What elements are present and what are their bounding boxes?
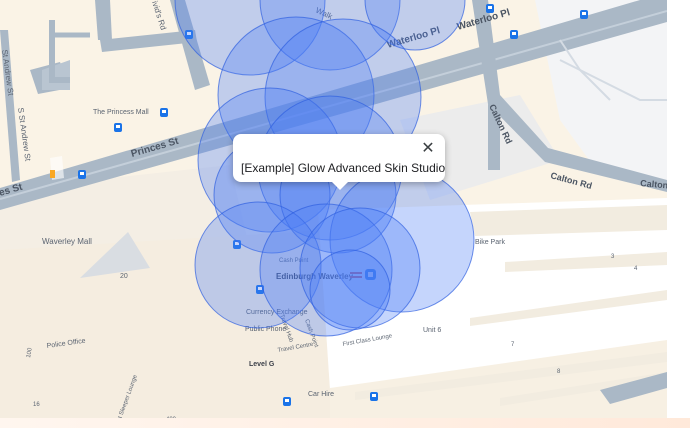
map-viewport[interactable]: Waterloo Pl Waterloo Pl Princes St es St… xyxy=(0,0,690,428)
page-footer-strip xyxy=(0,418,690,428)
info-window-title: [Example] Glow Advanced Skin Studio xyxy=(241,161,446,175)
map-canvas[interactable]: Waterloo Pl Waterloo Pl Princes St es St… xyxy=(0,0,667,418)
radius-circle[interactable] xyxy=(309,249,391,331)
page-gutter xyxy=(667,0,690,428)
radius-circles-overlay xyxy=(174,0,475,337)
close-icon[interactable]: ✕ xyxy=(417,138,439,160)
info-window[interactable]: ✕ [Example] Glow Advanced Skin Studio xyxy=(233,134,446,190)
info-window-tail xyxy=(332,182,348,190)
